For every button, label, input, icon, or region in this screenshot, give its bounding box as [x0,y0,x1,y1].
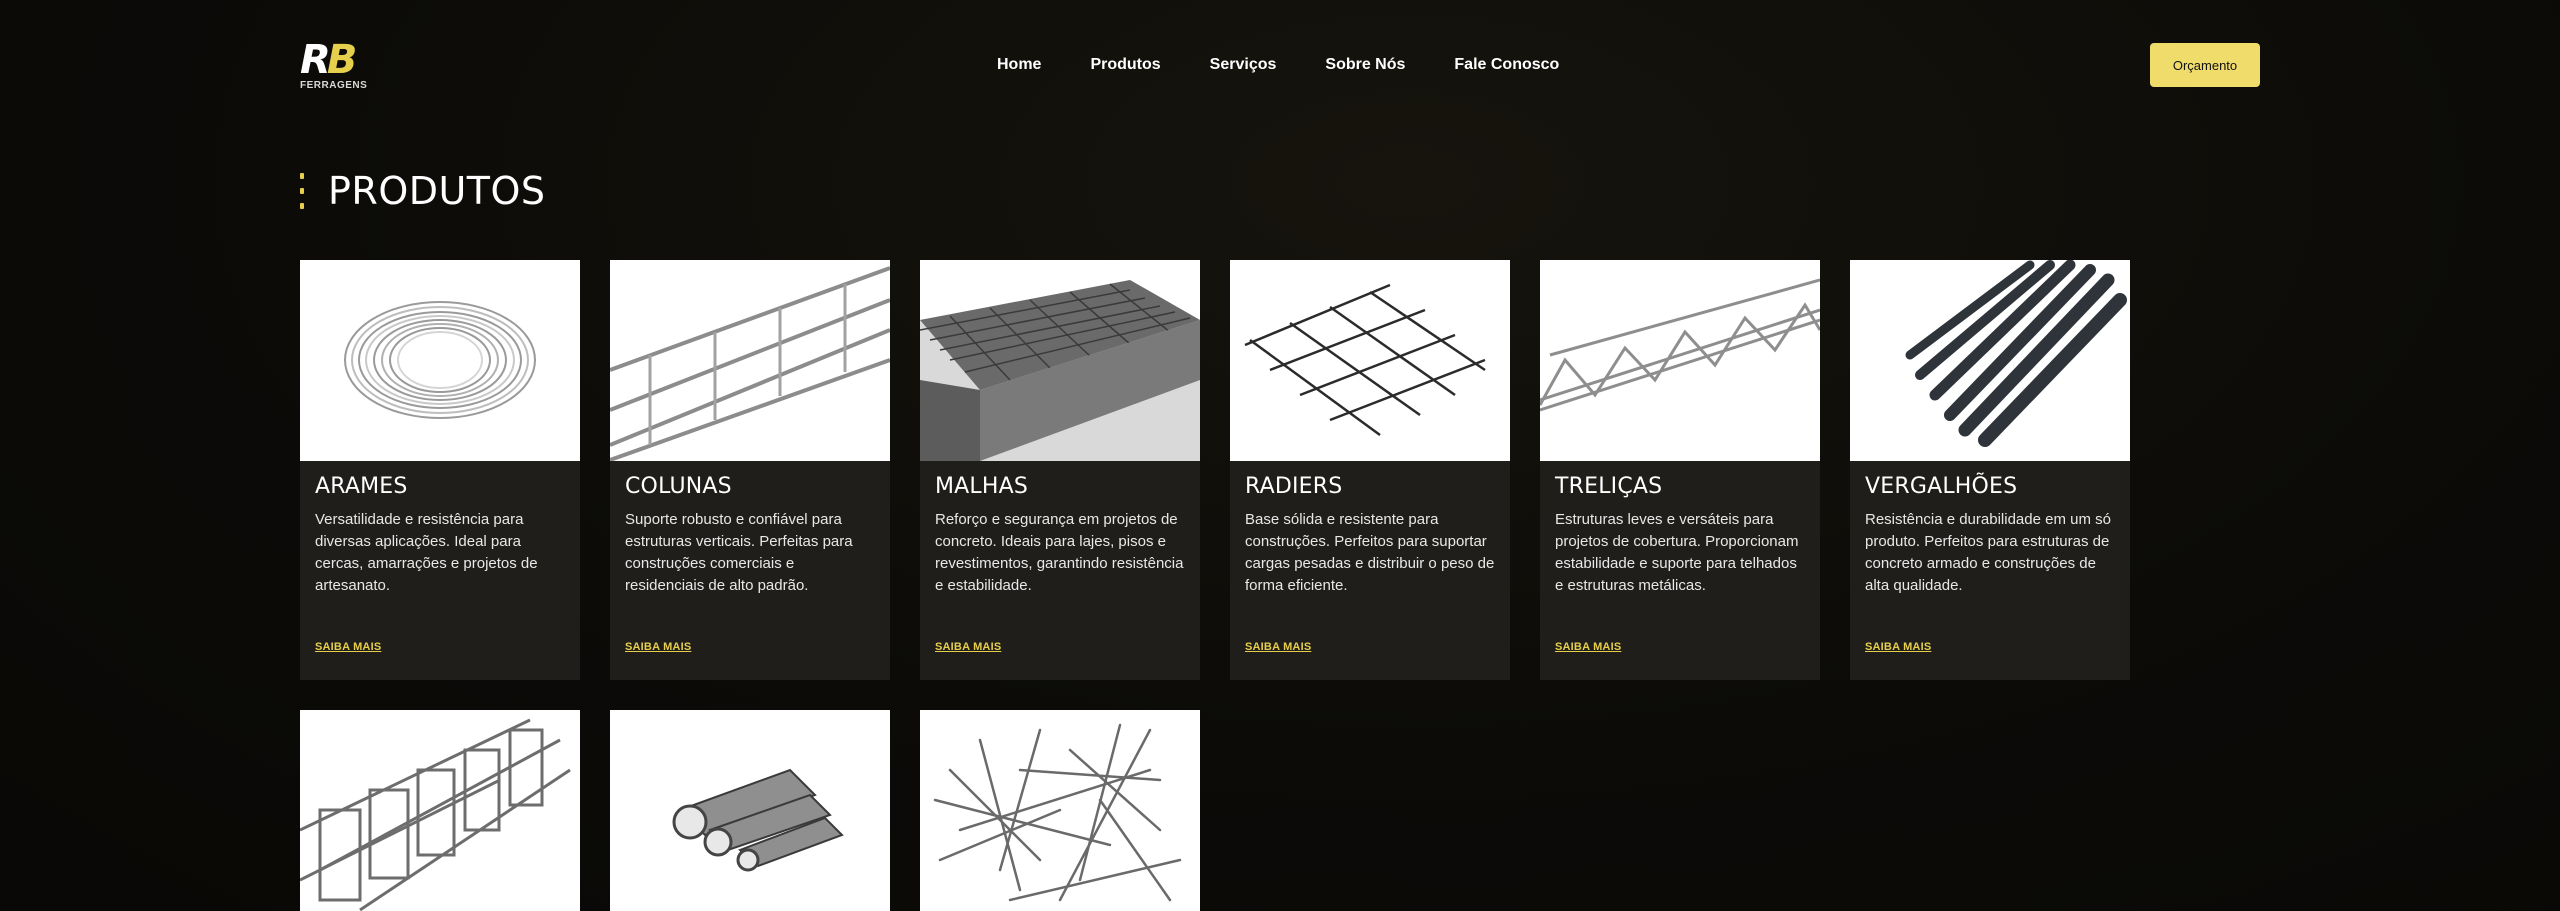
dots-icon [300,173,304,209]
product-name: RADIERS [1245,474,1343,499]
main-nav: Home Produtos Serviços Sobre Nós Fale Co… [997,54,1559,76]
product-card-colunas[interactable]: COLUNAS Suporte robusto e confiável para… [610,260,890,680]
page-title: PRODUTOS [328,169,546,213]
header: RB FERRAGENS Home Produtos Serviços Sobr… [300,36,2260,94]
product-card-pregos[interactable] [920,710,1200,911]
saiba-mais-link[interactable]: SAIBA MAIS [315,641,381,653]
product-card-estribos[interactable] [300,710,580,911]
product-description: Base sólida e resistente para construçõe… [1245,511,1495,594]
nav-fale-conosco[interactable]: Fale Conosco [1454,54,1559,76]
nails-image [920,710,1200,911]
radier-grid-image [1230,260,1510,461]
product-card-radiers[interactable]: RADIERS Base sólida e resistente para co… [1230,260,1510,680]
card-body: COLUNAS Suporte robusto e confiável para… [610,461,890,680]
nav-produtos[interactable]: Produtos [1090,54,1160,76]
product-card-arames[interactable]: ARAMES Versatilidade e resistência para … [300,260,580,680]
card-body: TRELIÇAS Estruturas leves e versáteis pa… [1540,461,1820,680]
brand-logo[interactable]: RB FERRAGENS [300,37,382,91]
product-name: VERGALHÕES [1865,474,2018,499]
product-description: Resistência e durabilidade em um só prod… [1865,511,2111,594]
section-heading: PRODUTOS [300,168,546,214]
saiba-mais-link[interactable]: SAIBA MAIS [1245,641,1311,653]
card-body: RADIERS Base sólida e resistente para co… [1230,461,1510,680]
nav-home[interactable]: Home [997,54,1041,76]
rebar-image [1850,260,2130,461]
card-body: ARAMES Versatilidade e resistência para … [300,461,580,680]
orcamento-button[interactable]: Orçamento [2150,43,2260,87]
page: RB FERRAGENS Home Produtos Serviços Sobr… [0,0,2560,911]
wire-coil-image [300,260,580,461]
product-description: Estruturas leves e versáteis para projet… [1555,511,1799,594]
product-name: COLUNAS [625,474,732,499]
saiba-mais-link[interactable]: SAIBA MAIS [625,641,691,653]
column-cage-image [610,260,890,461]
product-description: Suporte robusto e confiável para estrutu… [625,511,853,594]
saiba-mais-link[interactable]: SAIBA MAIS [1865,641,1931,653]
mesh-image [920,260,1200,461]
product-card-trelicas[interactable]: TRELIÇAS Estruturas leves e versáteis pa… [1540,260,1820,680]
nav-servicos[interactable]: Serviços [1210,54,1277,76]
product-card-vergalhoes[interactable]: VERGALHÕES Resistência e durabilidade em… [1850,260,2130,680]
product-card-malhas[interactable]: MALHAS Reforço e segurança em projetos d… [920,260,1200,680]
product-description: Versatilidade e resistência para diversa… [315,511,538,594]
stirrup-cage-image [300,710,580,911]
card-body: VERGALHÕES Resistência e durabilidade em… [1850,461,2130,680]
card-body: MALHAS Reforço e segurança em projetos d… [920,461,1200,680]
product-card-tubos[interactable] [610,710,890,911]
product-name: TRELIÇAS [1555,474,1663,499]
nav-sobre-nos[interactable]: Sobre Nós [1325,54,1405,76]
saiba-mais-link[interactable]: SAIBA MAIS [1555,641,1621,653]
truss-image [1540,260,1820,461]
saiba-mais-link[interactable]: SAIBA MAIS [935,641,1001,653]
logo-subtitle: FERRAGENS [300,80,368,91]
product-name: MALHAS [935,474,1029,499]
product-name: ARAMES [315,474,408,499]
product-description: Reforço e segurança em projetos de concr… [935,511,1184,594]
steel-pipes-image [610,710,890,911]
logo-mark: RB [300,37,357,83]
